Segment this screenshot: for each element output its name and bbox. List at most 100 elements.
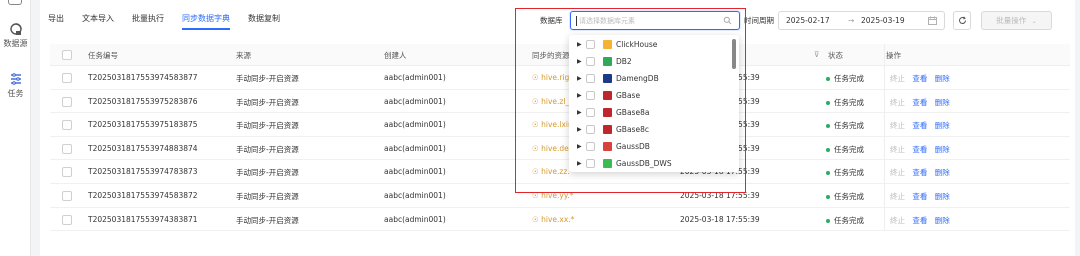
column-divider [884, 113, 885, 136]
status-dot-icon [826, 194, 830, 199]
nav-top-stub-icon [8, 0, 22, 5]
row-actions: 终止 查看 删除 [890, 167, 955, 178]
cell-sync-resource[interactable]: ☉ hive.xx.* [532, 215, 574, 224]
cell-task-id: T2025031817553975183875 [88, 120, 198, 130]
tab-export[interactable]: 导出 [48, 12, 64, 30]
view-button[interactable]: 查看 [912, 121, 927, 130]
stop-button[interactable]: 终止 [890, 145, 905, 154]
row-checkbox[interactable] [62, 120, 72, 131]
stop-button[interactable]: 终止 [890, 168, 905, 177]
row-actions: 终止 查看 删除 [890, 120, 955, 131]
date-end: 2025-03-19 [861, 16, 905, 25]
main-panel: 导出 文本导入 批量执行 同步数据字典 数据复制 数据库 请选择数据库元素 时间… [40, 0, 1075, 256]
stop-button[interactable]: 终止 [890, 121, 905, 130]
view-button[interactable]: 查看 [912, 74, 927, 83]
cell-source: 手动同步-开启资源 [236, 215, 299, 225]
cell-task-id: T2025031817553974783873 [88, 167, 198, 177]
cell-task-id: T2025031817553974583872 [88, 190, 198, 200]
filter-icon[interactable]: ⊽ [814, 50, 820, 59]
cell-source: 手动同步-开启资源 [236, 97, 299, 107]
date-range-picker[interactable]: 2025-02-17 → 2025-03-19 [778, 11, 945, 30]
task-icon [10, 73, 21, 85]
view-button[interactable]: 查看 [912, 216, 927, 225]
delete-button[interactable]: 删除 [935, 74, 950, 83]
row-actions: 终止 查看 删除 [890, 191, 955, 202]
delete-button[interactable]: 删除 [935, 145, 950, 154]
row-checkbox[interactable] [62, 214, 72, 225]
row-checkbox[interactable] [62, 73, 72, 83]
cell-task-id: T2025031817553975283876 [88, 96, 198, 106]
nav-item-task[interactable]: 任务 [0, 72, 31, 99]
row-actions: 终止 查看 删除 [890, 73, 955, 84]
view-button[interactable]: 查看 [912, 168, 927, 177]
status-dot-icon [826, 147, 830, 152]
status-dot-icon [826, 218, 830, 223]
status-dot-icon [826, 77, 830, 81]
column-divider [884, 183, 885, 207]
table-row: T2025031817553974383871 手动同步-开启资源 aabc(a… [50, 207, 1070, 232]
calendar-icon [928, 16, 937, 25]
cell-creator: aabc(admin001) [384, 96, 446, 106]
cell-creator: aabc(admin001) [384, 120, 446, 130]
cell-status-text: 任务完成 [834, 144, 864, 154]
delete-button[interactable]: 删除 [935, 98, 950, 107]
nav-item-datasource[interactable]: 数据源 [0, 22, 31, 49]
tab-bar: 导出 文本导入 批量执行 同步数据字典 数据复制 [48, 12, 298, 30]
tab-data-copy[interactable]: 数据复制 [248, 12, 280, 30]
row-actions: 终止 查看 删除 [890, 215, 955, 226]
datasource-icon [9, 23, 22, 35]
cell-source: 手动同步-开启资源 [236, 168, 299, 178]
cell-status: 任务完成 [826, 73, 864, 84]
view-button[interactable]: 查看 [912, 192, 927, 201]
time-label: 时间周期 [744, 16, 774, 25]
cell-task-id: T2025031817553974583877 [88, 73, 198, 82]
column-divider [884, 207, 885, 231]
delete-button[interactable]: 删除 [935, 216, 950, 225]
view-button[interactable]: 查看 [912, 98, 927, 107]
row-checkbox[interactable] [62, 190, 72, 201]
tab-sync-dictionary[interactable]: 同步数据字典 [182, 12, 230, 30]
highlight-annotation-box [515, 8, 746, 193]
cell-status-text: 任务完成 [834, 97, 864, 107]
column-divider [884, 66, 885, 89]
delete-button[interactable]: 删除 [935, 168, 950, 177]
view-button[interactable]: 查看 [912, 145, 927, 154]
stop-button[interactable]: 终止 [890, 74, 905, 83]
cell-sync-resource-text: hive.xx.* [541, 214, 575, 224]
cell-status: 任务完成 [826, 167, 864, 178]
cell-status: 任务完成 [826, 97, 864, 108]
row-checkbox[interactable] [62, 143, 72, 154]
status-dot-icon [826, 171, 830, 176]
tab-text-import[interactable]: 文本导入 [82, 12, 114, 30]
nav-label-task: 任务 [7, 89, 24, 98]
cell-creator: aabc(admin001) [384, 190, 446, 200]
status-dot-icon [826, 100, 830, 105]
row-checkbox[interactable] [62, 167, 72, 178]
chevron-down-icon: ⌄ [1031, 18, 1037, 25]
header-source: 来源 [236, 51, 251, 60]
cell-status: 任务完成 [826, 215, 864, 226]
cell-creator: aabc(admin001) [384, 167, 446, 177]
delete-button[interactable]: 删除 [935, 121, 950, 130]
stop-button[interactable]: 终止 [890, 216, 905, 225]
batch-operation-button[interactable]: 批量操作 ⌄ [981, 11, 1052, 30]
cell-status-text: 任务完成 [834, 74, 864, 83]
tab-batch-execute[interactable]: 批量执行 [132, 12, 164, 30]
refresh-button[interactable] [953, 11, 971, 30]
date-start: 2025-02-17 [786, 16, 830, 25]
column-divider [884, 160, 885, 183]
column-divider [884, 44, 885, 65]
cell-source: 手动同步-开启资源 [236, 121, 299, 131]
row-actions: 终止 查看 删除 [890, 97, 955, 108]
cell-status-text: 任务完成 [834, 168, 864, 178]
stop-button[interactable]: 终止 [890, 98, 905, 107]
row-checkbox[interactable] [62, 96, 72, 107]
cell-status-text: 任务完成 [834, 191, 864, 201]
cell-creator: aabc(admin001) [384, 143, 446, 153]
delete-button[interactable]: 删除 [935, 192, 950, 201]
cell-time: 2025-03-18 17:55:39 [680, 214, 760, 224]
cell-source: 手动同步-开启资源 [236, 191, 299, 201]
select-all-checkbox[interactable] [62, 50, 72, 60]
cell-source: 手动同步-开启资源 [236, 144, 299, 154]
stop-button[interactable]: 终止 [890, 192, 905, 201]
